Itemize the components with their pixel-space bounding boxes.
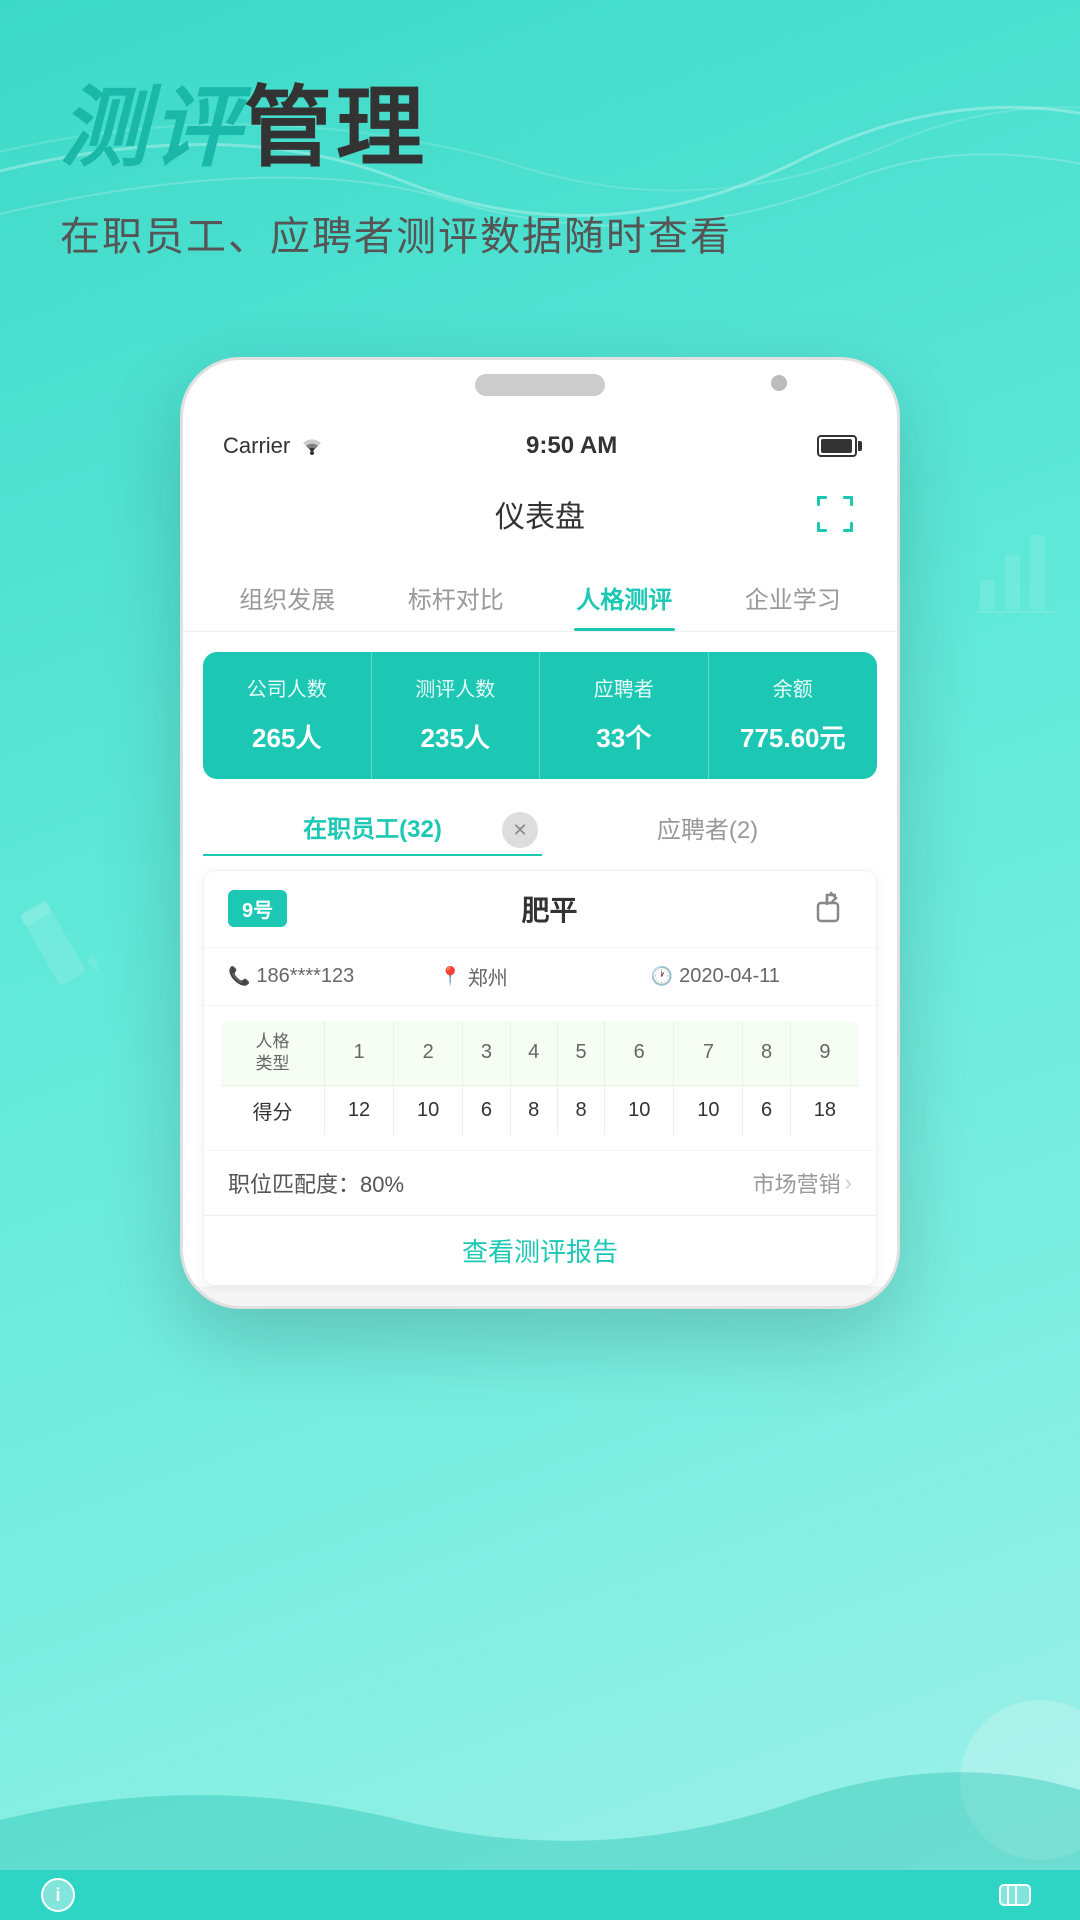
stat-cell-evaluated: 测评人数 235人 — [372, 652, 541, 779]
stat-label-evaluated: 测评人数 — [382, 676, 530, 704]
phone-notch-pill — [475, 374, 605, 396]
status-battery — [817, 435, 857, 457]
location-text: 郑州 — [468, 962, 508, 991]
dashboard-header: 仪表盘 — [183, 472, 897, 556]
stat-label-applicant: 应聘者 — [550, 676, 698, 704]
dept-text: 市场营销 — [753, 1167, 841, 1199]
p-type-4: 4 — [510, 1020, 557, 1085]
stat-label-company: 公司人数 — [213, 676, 361, 704]
stat-label-balance: 余额 — [719, 676, 868, 704]
stat-value-balance: 775.60元 — [719, 718, 868, 755]
status-carrier: Carrier — [223, 433, 326, 459]
tab-item-benchmark[interactable]: 标杆对比 — [372, 566, 541, 631]
card-header: 9号 肥平 — [204, 871, 876, 948]
scan-icon[interactable] — [813, 492, 857, 536]
score-1: 12 — [324, 1085, 393, 1135]
p-type-6: 6 — [605, 1020, 674, 1085]
wifi-icon — [298, 436, 326, 456]
tab-item-learning[interactable]: 企业学习 — [709, 566, 878, 631]
view-report-button[interactable]: 查看测评报告 — [204, 1215, 876, 1285]
score-3: 6 — [463, 1085, 510, 1135]
stat-cell-applicant: 应聘者 33个 — [540, 652, 709, 779]
stat-value-applicant: 33个 — [550, 718, 698, 755]
card-num-badge: 9号 — [228, 890, 287, 927]
phone-mockup: Carrier 9:50 AM 仪表盘 — [180, 357, 900, 1309]
phone-notch-bar — [183, 360, 897, 420]
p-type-3: 3 — [463, 1020, 510, 1085]
match-text: 职位匹配度：80% — [228, 1167, 404, 1199]
score-7: 10 — [674, 1085, 743, 1135]
view-report-label: 查看测评报告 — [462, 1232, 618, 1269]
stats-grid: 公司人数 265人 测评人数 235人 应聘者 33个 余额 775.60元 — [203, 652, 877, 779]
carrier-text: Carrier — [223, 433, 290, 459]
phone-number: 186****123 — [256, 965, 354, 988]
personality-table-wrapper: 人格类型 1 2 3 4 5 6 7 8 9 得分 — [204, 1006, 876, 1151]
subtitle: 在职员工、应聘者测评数据随时查看 — [60, 207, 1020, 267]
title-part1: 测评 — [60, 78, 244, 177]
svg-text:i: i — [55, 1885, 60, 1905]
stat-cell-company: 公司人数 265人 — [203, 652, 372, 779]
phone-content: 仪表盘 组织发展 标杆对比 — [183, 472, 897, 1286]
stat-value-evaluated: 235人 — [382, 718, 530, 755]
phone-container: Carrier 9:50 AM 仪表盘 — [0, 357, 1080, 1309]
p-type-5: 5 — [557, 1020, 604, 1085]
stat-value-company: 265人 — [213, 718, 361, 755]
personality-table: 人格类型 1 2 3 4 5 6 7 8 9 得分 — [220, 1020, 860, 1136]
tab-item-org[interactable]: 组织发展 — [203, 566, 372, 631]
p-type-9: 9 — [790, 1020, 859, 1085]
p-type-1: 1 — [324, 1020, 393, 1085]
bottom-right-icon — [990, 1877, 1040, 1913]
info-phone: 📞 186****123 — [228, 962, 429, 991]
title-part2: 管理 — [244, 78, 428, 177]
phone-notch-dot — [771, 375, 787, 391]
score-6: 10 — [605, 1085, 674, 1135]
dashboard-title: 仪表盘 — [267, 492, 813, 536]
score-8: 6 — [743, 1085, 790, 1135]
personality-score-row: 得分 12 10 6 8 8 10 10 6 18 — [221, 1085, 860, 1135]
stat-cell-balance: 余额 775.60元 — [709, 652, 878, 779]
tabs-row: 组织发展 标杆对比 人格测评 企业学习 — [183, 556, 897, 632]
clock-icon: 🕐 — [651, 966, 673, 987]
phone-icon: 📞 — [228, 966, 250, 987]
score-9: 18 — [790, 1085, 859, 1135]
match-row: 职位匹配度：80% 市场营销 › — [204, 1151, 876, 1215]
score-label: 得分 — [221, 1085, 325, 1135]
employee-card: 9号 肥平 📞 186****123 — [203, 870, 877, 1286]
sub-tabs: 在职员工(32) ✕ 应聘者(2) — [203, 799, 877, 856]
card-name: 肥平 — [287, 889, 812, 929]
p-type-2: 2 — [394, 1020, 463, 1085]
p-type-8: 8 — [743, 1020, 790, 1085]
battery-fill — [821, 439, 852, 453]
header-section: 测评管理 在职员工、应聘者测评数据随时查看 — [0, 0, 1080, 297]
card-info-row: 📞 186****123 📍 郑州 🕐 2020-04-11 — [204, 948, 876, 1006]
score-4: 8 — [510, 1085, 557, 1135]
info-date: 🕐 2020-04-11 — [651, 962, 852, 991]
score-2: 10 — [394, 1085, 463, 1135]
score-5: 8 — [557, 1085, 604, 1135]
sub-tab-applicants[interactable]: 应聘者(2) — [538, 800, 877, 855]
location-icon: 📍 — [439, 966, 461, 987]
chevron-right-icon: › — [845, 1170, 852, 1196]
personality-type-label: 人格类型 — [221, 1020, 325, 1085]
status-bar: Carrier 9:50 AM — [183, 420, 897, 472]
share-icon[interactable] — [812, 889, 852, 929]
sub-tab-employees[interactable]: 在职员工(32) — [203, 799, 542, 856]
tab-item-personality[interactable]: 人格测评 — [540, 566, 709, 631]
p-type-7: 7 — [674, 1020, 743, 1085]
bottom-band: i — [0, 1870, 1080, 1920]
status-time: 9:50 AM — [526, 432, 617, 460]
deco-circle-br — [960, 1700, 1080, 1860]
info-location: 📍 郑州 — [439, 962, 640, 991]
match-dept[interactable]: 市场营销 › — [753, 1167, 852, 1199]
personality-type-row: 人格类型 1 2 3 4 5 6 7 8 9 — [221, 1020, 860, 1085]
bottom-left-icon: i — [40, 1877, 90, 1913]
date-text: 2020-04-11 — [679, 965, 780, 988]
main-title: 测评管理 — [60, 80, 1020, 177]
